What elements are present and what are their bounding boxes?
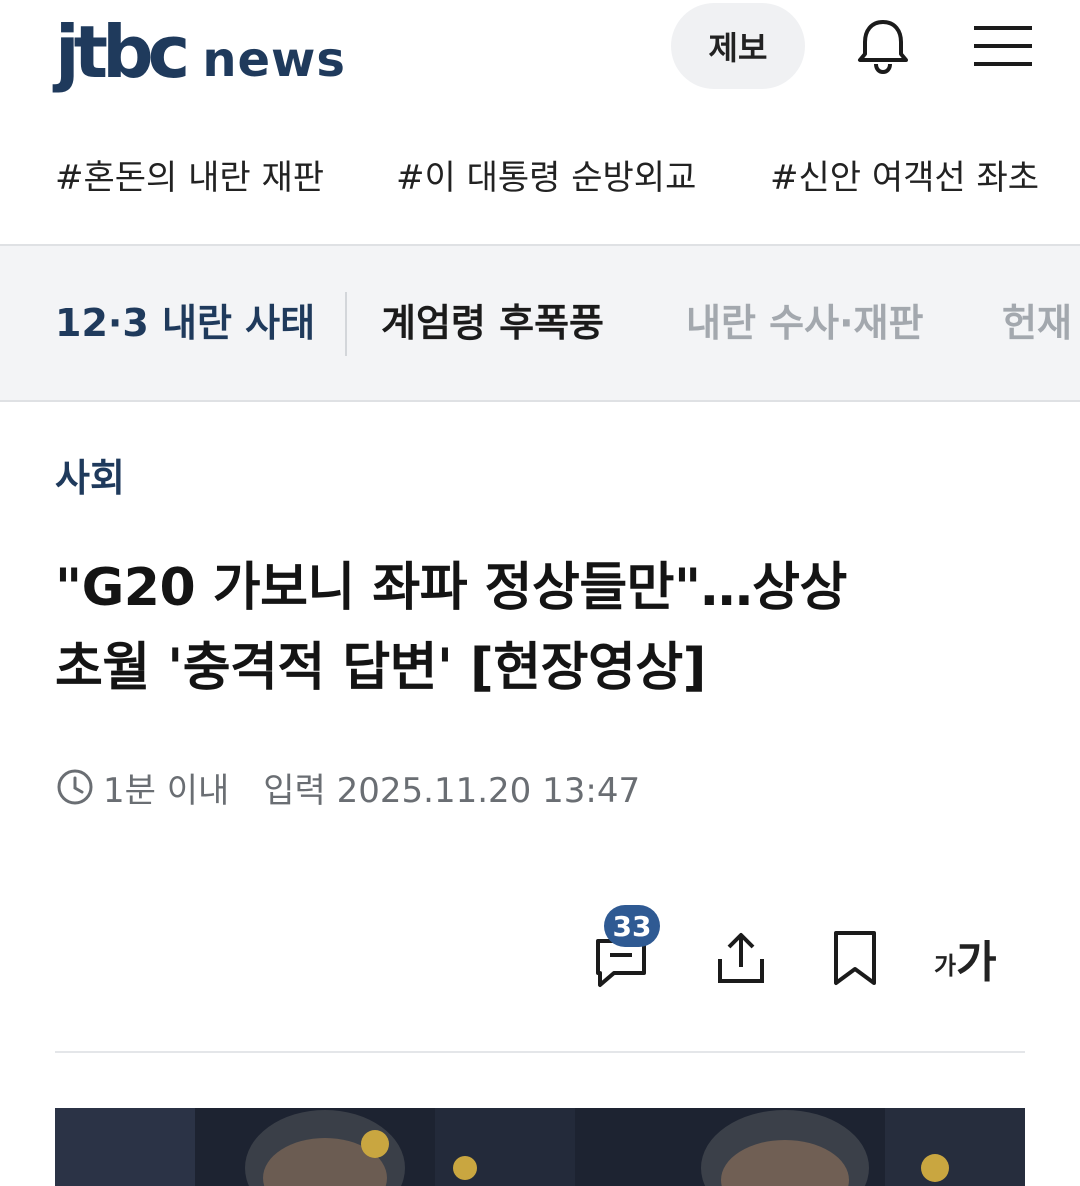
read-time: 1분 이내 (103, 770, 230, 811)
logo-news-text: news (202, 32, 346, 88)
tip-button[interactable]: 제보 (671, 3, 805, 89)
bookmark-icon (834, 931, 876, 985)
published-date: 입력 2025.11.20 13:47 (263, 770, 641, 811)
font-size-large: 가 (956, 937, 997, 988)
clock-icon (57, 769, 93, 805)
topic-tab[interactable]: 내란 수사·재판 (686, 296, 923, 350)
article-page: jtbc news 제보 #혼돈의 내란 재판 #이 대통령 순방외교 #신안 … (0, 0, 1080, 1186)
article-meta: 1분 이내 입력 2025.11.20 13:47 (55, 762, 640, 812)
article-actions: 33 가 가 (0, 905, 1080, 1005)
bell-icon (858, 20, 908, 75)
hashtag-link[interactable]: #혼돈의 내란 재판 (55, 150, 324, 206)
topic-tab[interactable]: 헌재 (1002, 296, 1072, 350)
menu-button[interactable] (972, 20, 1034, 72)
article-section[interactable]: 사회 (55, 450, 125, 506)
share-icon (718, 933, 764, 983)
logo-jtbc-text: jtbc (55, 10, 190, 94)
top-header: jtbc news 제보 (0, 0, 1080, 120)
topic-label[interactable]: 12·3 내란 사태 (55, 296, 315, 350)
article-photo[interactable] (55, 1108, 1025, 1186)
headline-line-1: "G20 가보니 좌파 정상들만"…상상 (55, 558, 847, 618)
news-photo (55, 1108, 1025, 1186)
topic-divider (345, 292, 347, 356)
hamburger-menu-icon (974, 26, 1032, 66)
trending-hashtags: #혼돈의 내란 재판 #이 대통령 순방외교 #신안 여객선 좌초 (0, 150, 1080, 210)
share-button[interactable] (708, 925, 774, 991)
jtbc-news-logo[interactable]: jtbc news (55, 16, 346, 88)
article-headline: "G20 가보니 좌파 정상들만"…상상 초월 '충격적 답변' [현장영상] (55, 548, 1015, 708)
font-size-button[interactable]: 가 가 (934, 925, 1014, 991)
divider (55, 1051, 1025, 1053)
topic-tab-active[interactable]: 계엄령 후폭풍 (381, 296, 604, 350)
topic-bar: 12·3 내란 사태 계엄령 후폭풍 내란 수사·재판 헌재 (0, 244, 1080, 402)
hashtag-link[interactable]: #신안 여객선 좌초 (770, 150, 1039, 206)
hashtag-link[interactable]: #이 대통령 순방외교 (396, 150, 696, 206)
bookmark-button[interactable] (826, 925, 884, 991)
headline-line-2: 초월 '충격적 답변' [현장영상] (55, 638, 706, 698)
comment-count-badge: 33 (604, 905, 660, 947)
font-size-small: 가 (934, 952, 957, 980)
notifications-button[interactable] (852, 14, 914, 76)
